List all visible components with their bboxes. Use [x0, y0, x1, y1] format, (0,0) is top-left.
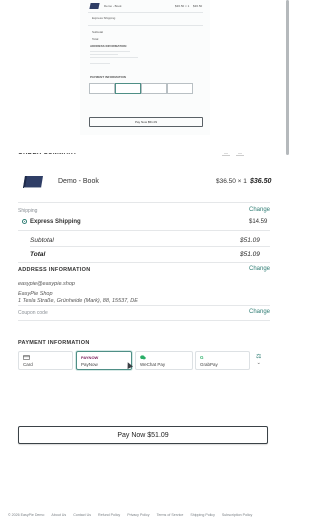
card-icon [23, 355, 30, 360]
mini-checkout-preview: Demo - Book $36.50 × 1 $36.50 Express Sh… [80, 0, 210, 135]
payment-method-label: GrabPay [200, 362, 218, 367]
paynow-icon: PAYNOW [81, 355, 99, 360]
payment-method-paynow[interactable]: PAYNOW PayNow [76, 351, 132, 370]
mini-payment-head: PAYMENT INFORMATION [90, 75, 126, 79]
mini-address-line [90, 54, 118, 55]
footer-link-subscription[interactable]: Subscription Policy [222, 513, 252, 517]
mini-shipping-option: Express Shipping [92, 16, 116, 20]
order-summary-title: ORDER SUMMARY [18, 150, 78, 156]
subtotal-value: $51.09 [240, 237, 260, 244]
grabpay-icon: G [200, 355, 204, 360]
mini-address-line [90, 51, 130, 52]
mini-pay-button: Pay Now $51.09 [89, 117, 203, 127]
divider [18, 262, 270, 263]
unit-price: $36.50 × 1 [216, 178, 247, 185]
book-icon [23, 176, 43, 188]
quantity-control[interactable]: — — [222, 150, 244, 156]
shipping-radio[interactable] [22, 219, 27, 224]
quantity-decrease[interactable]: — [222, 150, 230, 156]
coupon-label: Coupon code [18, 310, 48, 316]
address-street: 1 Tesla Straße, Grünheide (Mark), 88, 15… [18, 298, 138, 304]
mini-product-name: Demo - Book [104, 4, 122, 8]
mini-address-head: ADDRESS INFORMATION [90, 44, 127, 48]
payment-method-wechat[interactable]: WeChat Pay [135, 351, 193, 370]
mini-method-card [89, 83, 115, 94]
more-payment-methods[interactable]: ⚖ ⌄ [256, 353, 261, 366]
mini-divider [88, 25, 203, 26]
footer-link-privacy[interactable]: Privacy Policy [127, 513, 149, 517]
pay-now-button[interactable]: Pay Now $51.09 [18, 426, 268, 444]
product-name: Demo - Book [58, 178, 99, 185]
subtotal-label: Subtotal [30, 237, 54, 244]
shipping-change-link[interactable]: Change [249, 207, 270, 213]
mini-method-grabpay [167, 83, 193, 94]
shipping-label: Shipping [18, 208, 38, 214]
payment-method-label: WeChat Pay [140, 362, 166, 367]
mini-divider [88, 12, 203, 13]
more-methods-icon: ⚖ [256, 354, 262, 360]
scrollbar-thumb[interactable] [286, 0, 289, 155]
footer-link-shipping[interactable]: Shipping Policy [190, 513, 215, 517]
shipping-option-name[interactable]: Express Shipping [30, 219, 81, 225]
footer-links: © 2026 EasyPie Demo About Us Contact Us … [8, 513, 292, 517]
divider [30, 246, 270, 247]
mini-subtotal: Subtotal [92, 30, 104, 34]
address-change-link[interactable]: Change [249, 266, 270, 272]
footer-link-terms[interactable]: Terms of Service [157, 513, 184, 517]
line-total: $36.50 [250, 178, 272, 185]
footer-link-about[interactable]: About Us [51, 513, 66, 517]
payment-method-card[interactable]: Card [18, 351, 73, 370]
mini-method-wechat [141, 83, 167, 94]
chevron-down-icon: ⌄ [256, 360, 261, 366]
mini-address-line [90, 57, 138, 58]
quantity-increase[interactable]: — [236, 150, 244, 156]
mini-price: $36.50 × 1 [175, 4, 190, 8]
mini-total: $36.50 [193, 4, 203, 8]
footer-link-refund[interactable]: Refund Policy [98, 513, 120, 517]
coupon-change-link[interactable]: Change [249, 309, 270, 315]
payment-method-label: Card [23, 362, 33, 367]
divider [18, 305, 270, 306]
divider [18, 202, 270, 203]
total-label: Total [30, 251, 46, 258]
address-email: easypie@easypie.shop [18, 281, 75, 287]
shipping-price: $14.59 [249, 219, 268, 225]
divider [18, 230, 270, 231]
total-value: $51.09 [240, 251, 260, 258]
mini-method-paynow [115, 83, 141, 94]
divider [18, 320, 270, 321]
mini-total-label: Total [92, 37, 99, 41]
address-shop-name: EasyPie Shop [18, 291, 53, 297]
payment-section-title: PAYMENT INFORMATION [18, 340, 90, 346]
footer-copyright: © 2026 EasyPie Demo [8, 513, 45, 517]
address-section-title: ADDRESS INFORMATION [18, 267, 91, 273]
mini-book-icon [89, 3, 100, 9]
mini-coupon-line [90, 63, 110, 64]
footer-link-contact[interactable]: Contact Us [73, 513, 91, 517]
payment-method-grabpay[interactable]: G GrabPay [195, 351, 250, 370]
wechat-icon [140, 355, 146, 360]
payment-method-label: PayNow [81, 362, 98, 367]
